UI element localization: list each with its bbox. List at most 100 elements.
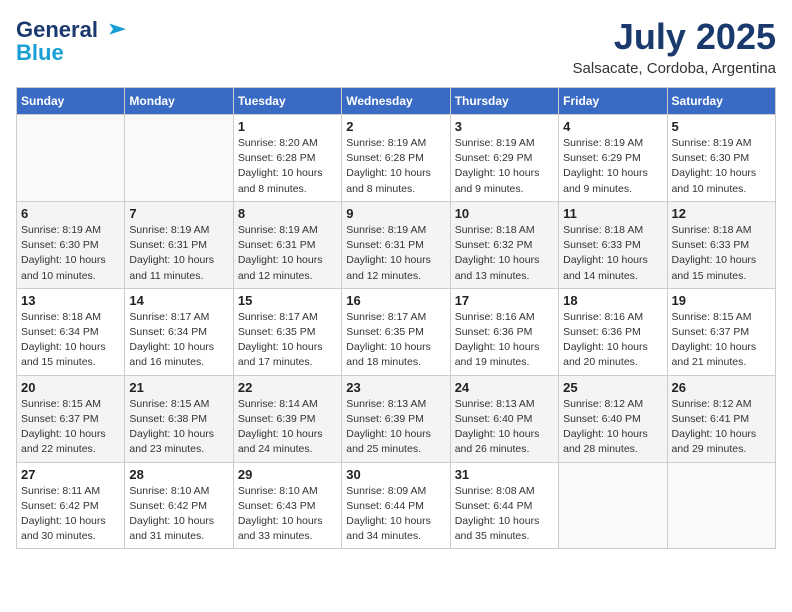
calendar-cell: 20 Sunrise: 8:15 AMSunset: 6:37 PMDayligh…	[17, 375, 125, 462]
calendar-cell: 2 Sunrise: 8:19 AMSunset: 6:28 PMDaylight…	[342, 115, 450, 202]
weekday-header-thursday: Thursday	[450, 88, 558, 115]
day-detail: Sunrise: 8:19 AMSunset: 6:29 PMDaylight:…	[455, 136, 554, 197]
day-number: 27	[21, 467, 120, 482]
calendar-cell: 14 Sunrise: 8:17 AMSunset: 6:34 PMDayligh…	[125, 288, 233, 375]
day-detail: Sunrise: 8:13 AMSunset: 6:40 PMDaylight:…	[455, 397, 554, 458]
weekday-header-wednesday: Wednesday	[342, 88, 450, 115]
calendar-week-1: 1 Sunrise: 8:20 AMSunset: 6:28 PMDaylight…	[17, 115, 776, 202]
day-detail: Sunrise: 8:10 AMSunset: 6:43 PMDaylight:…	[238, 484, 337, 545]
day-detail: Sunrise: 8:18 AMSunset: 6:32 PMDaylight:…	[455, 223, 554, 284]
day-detail: Sunrise: 8:20 AMSunset: 6:28 PMDaylight:…	[238, 136, 337, 197]
calendar-cell: 27 Sunrise: 8:11 AMSunset: 6:42 PMDayligh…	[17, 462, 125, 549]
page-header: General Blue July 2025 Salsacate, Cordob…	[16, 16, 776, 77]
calendar-cell: 13 Sunrise: 8:18 AMSunset: 6:34 PMDayligh…	[17, 288, 125, 375]
day-number: 18	[563, 293, 662, 308]
day-number: 21	[129, 380, 228, 395]
day-detail: Sunrise: 8:09 AMSunset: 6:44 PMDaylight:…	[346, 484, 445, 545]
weekday-header-friday: Friday	[559, 88, 667, 115]
calendar-cell: 30 Sunrise: 8:09 AMSunset: 6:44 PMDayligh…	[342, 462, 450, 549]
calendar-cell: 18Sunrise: 8:16 AMSunset: 6:36 PMDayligh…	[559, 288, 667, 375]
day-number: 15	[238, 293, 337, 308]
calendar-cell: 29 Sunrise: 8:10 AMSunset: 6:43 PMDayligh…	[233, 462, 341, 549]
calendar-cell: 25 Sunrise: 8:12 AMSunset: 6:40 PMDayligh…	[559, 375, 667, 462]
day-number: 20	[21, 380, 120, 395]
day-number: 25	[563, 380, 662, 395]
day-number: 13	[21, 293, 120, 308]
day-number: 23	[346, 380, 445, 395]
day-detail: Sunrise: 8:19 AMSunset: 6:30 PMDaylight:…	[672, 136, 771, 197]
day-detail: Sunrise: 8:19 AMSunset: 6:31 PMDaylight:…	[346, 223, 445, 284]
day-detail: Sunrise: 8:19 AMSunset: 6:31 PMDaylight:…	[129, 223, 228, 284]
calendar-cell: 22 Sunrise: 8:14 AMSunset: 6:39 PMDayligh…	[233, 375, 341, 462]
calendar-cell: 8Sunrise: 8:19 AMSunset: 6:31 PMDaylight…	[233, 201, 341, 288]
calendar-week-5: 27 Sunrise: 8:11 AMSunset: 6:42 PMDayligh…	[17, 462, 776, 549]
day-number: 7	[129, 206, 228, 221]
day-detail: Sunrise: 8:08 AMSunset: 6:44 PMDaylight:…	[455, 484, 554, 545]
day-number: 30	[346, 467, 445, 482]
calendar-body: 1 Sunrise: 8:20 AMSunset: 6:28 PMDaylight…	[17, 115, 776, 549]
calendar-cell: 28Sunrise: 8:10 AMSunset: 6:42 PMDayligh…	[125, 462, 233, 549]
calendar-cell	[125, 115, 233, 202]
month-title: July 2025	[573, 16, 776, 58]
day-detail: Sunrise: 8:15 AMSunset: 6:37 PMDaylight:…	[21, 397, 120, 458]
title-block: July 2025 Salsacate, Cordoba, Argentina	[573, 16, 776, 77]
day-detail: Sunrise: 8:17 AMSunset: 6:35 PMDaylight:…	[346, 310, 445, 371]
calendar-week-3: 13 Sunrise: 8:18 AMSunset: 6:34 PMDayligh…	[17, 288, 776, 375]
weekday-header-saturday: Saturday	[667, 88, 775, 115]
day-number: 16	[346, 293, 445, 308]
calendar-cell: 15 Sunrise: 8:17 AMSunset: 6:35 PMDayligh…	[233, 288, 341, 375]
day-number: 17	[455, 293, 554, 308]
logo: General Blue	[16, 16, 128, 66]
day-number: 2	[346, 119, 445, 134]
location-title: Salsacate, Cordoba, Argentina	[573, 60, 776, 77]
calendar-cell: 6Sunrise: 8:19 AMSunset: 6:30 PMDaylight…	[17, 201, 125, 288]
day-number: 29	[238, 467, 337, 482]
day-number: 12	[672, 206, 771, 221]
day-detail: Sunrise: 8:15 AMSunset: 6:37 PMDaylight:…	[672, 310, 771, 371]
weekday-header-sunday: Sunday	[17, 88, 125, 115]
calendar-cell: 5 Sunrise: 8:19 AMSunset: 6:30 PMDaylight…	[667, 115, 775, 202]
day-number: 11	[563, 206, 662, 221]
day-number: 6	[21, 206, 120, 221]
calendar-week-4: 20 Sunrise: 8:15 AMSunset: 6:37 PMDayligh…	[17, 375, 776, 462]
calendar-cell: 7 Sunrise: 8:19 AMSunset: 6:31 PMDaylight…	[125, 201, 233, 288]
calendar-table: SundayMondayTuesdayWednesdayThursdayFrid…	[16, 87, 776, 549]
calendar-cell: 1 Sunrise: 8:20 AMSunset: 6:28 PMDaylight…	[233, 115, 341, 202]
day-detail: Sunrise: 8:17 AMSunset: 6:35 PMDaylight:…	[238, 310, 337, 371]
day-detail: Sunrise: 8:18 AMSunset: 6:33 PMDaylight:…	[563, 223, 662, 284]
day-number: 5	[672, 119, 771, 134]
day-number: 4	[563, 119, 662, 134]
day-number: 22	[238, 380, 337, 395]
calendar-cell: 26Sunrise: 8:12 AMSunset: 6:41 PMDayligh…	[667, 375, 775, 462]
day-number: 14	[129, 293, 228, 308]
weekday-header-tuesday: Tuesday	[233, 88, 341, 115]
calendar-week-2: 6Sunrise: 8:19 AMSunset: 6:30 PMDaylight…	[17, 201, 776, 288]
day-detail: Sunrise: 8:10 AMSunset: 6:42 PMDaylight:…	[129, 484, 228, 545]
calendar-cell: 4Sunrise: 8:19 AMSunset: 6:29 PMDaylight…	[559, 115, 667, 202]
day-detail: Sunrise: 8:14 AMSunset: 6:39 PMDaylight:…	[238, 397, 337, 458]
day-detail: Sunrise: 8:18 AMSunset: 6:33 PMDaylight:…	[672, 223, 771, 284]
day-number: 10	[455, 206, 554, 221]
calendar-cell	[17, 115, 125, 202]
day-detail: Sunrise: 8:17 AMSunset: 6:34 PMDaylight:…	[129, 310, 228, 371]
calendar-cell: 10 Sunrise: 8:18 AMSunset: 6:32 PMDayligh…	[450, 201, 558, 288]
day-detail: Sunrise: 8:19 AMSunset: 6:28 PMDaylight:…	[346, 136, 445, 197]
day-number: 19	[672, 293, 771, 308]
calendar-cell: 19 Sunrise: 8:15 AMSunset: 6:37 PMDayligh…	[667, 288, 775, 375]
day-detail: Sunrise: 8:16 AMSunset: 6:36 PMDaylight:…	[455, 310, 554, 371]
day-number: 31	[455, 467, 554, 482]
calendar-cell: 21Sunrise: 8:15 AMSunset: 6:38 PMDayligh…	[125, 375, 233, 462]
day-detail: Sunrise: 8:12 AMSunset: 6:40 PMDaylight:…	[563, 397, 662, 458]
day-number: 3	[455, 119, 554, 134]
logo-icon	[100, 16, 128, 44]
calendar-cell: 12 Sunrise: 8:18 AMSunset: 6:33 PMDayligh…	[667, 201, 775, 288]
day-detail: Sunrise: 8:18 AMSunset: 6:34 PMDaylight:…	[21, 310, 120, 371]
calendar-cell: 16 Sunrise: 8:17 AMSunset: 6:35 PMDayligh…	[342, 288, 450, 375]
calendar-cell	[667, 462, 775, 549]
weekday-header-monday: Monday	[125, 88, 233, 115]
day-detail: Sunrise: 8:11 AMSunset: 6:42 PMDaylight:…	[21, 484, 120, 545]
day-number: 26	[672, 380, 771, 395]
day-detail: Sunrise: 8:13 AMSunset: 6:39 PMDaylight:…	[346, 397, 445, 458]
day-number: 1	[238, 119, 337, 134]
day-detail: Sunrise: 8:19 AMSunset: 6:31 PMDaylight:…	[238, 223, 337, 284]
